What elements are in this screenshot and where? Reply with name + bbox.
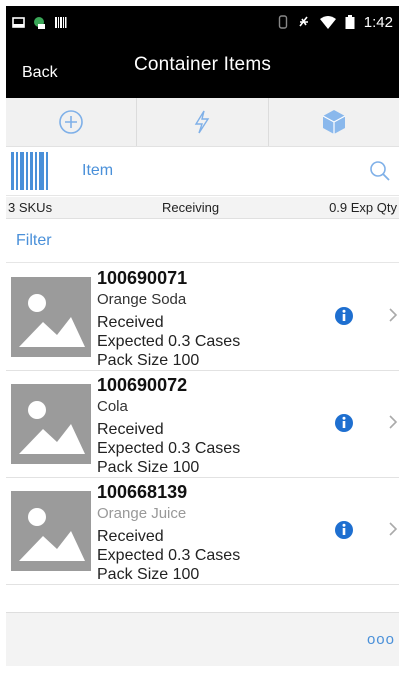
page-title: Container Items	[133, 54, 272, 75]
item-sku: 100690071	[97, 268, 188, 288]
filter-link[interactable]: Filter	[16, 232, 52, 250]
screenshot-icon	[12, 16, 25, 28]
more-options-button[interactable]: ooo	[367, 631, 395, 648]
item-expected: Expected 0.3 Cases	[97, 440, 241, 457]
quick-action-button[interactable]	[137, 98, 269, 146]
add-icon	[59, 110, 83, 134]
barcode-icon	[55, 16, 67, 28]
item-status: Received	[97, 528, 164, 545]
mute-icon	[299, 16, 308, 27]
item-expected: Expected 0.3 Cases	[97, 547, 241, 564]
status-bar: 1:42	[6, 6, 399, 38]
container-button[interactable]	[269, 98, 399, 146]
vibrate-icon	[278, 15, 287, 29]
action-toolbar	[6, 98, 399, 147]
chevron-right-icon[interactable]	[388, 414, 398, 430]
item-sku: 100690072	[97, 375, 188, 395]
item-list: 100690071 Orange Soda Received Expected …	[6, 264, 399, 585]
image-placeholder-icon	[11, 491, 91, 571]
item-description: Orange Soda	[97, 291, 187, 308]
list-item[interactable]: 100690071 Orange Soda Received Expected …	[6, 264, 399, 371]
search-icon[interactable]	[369, 160, 391, 182]
sku-count: 3 SKUs	[8, 200, 53, 215]
item-pack-size: Pack Size 100	[97, 566, 200, 583]
item-description: Cola	[97, 398, 128, 415]
lightning-icon	[195, 110, 210, 134]
item-status: Received	[97, 314, 164, 331]
filter-row[interactable]: Filter	[6, 219, 399, 263]
barcode-scan-icon[interactable]	[11, 152, 51, 190]
footer-bar: ooo	[6, 612, 399, 666]
image-placeholder-icon	[11, 384, 91, 464]
info-icon[interactable]	[334, 413, 354, 433]
header-bar: Back Container Items	[6, 38, 399, 98]
item-pack-size: Pack Size 100	[97, 459, 200, 476]
info-icon[interactable]	[334, 520, 354, 540]
battery-icon	[345, 15, 355, 29]
item-description: Orange Juice	[97, 505, 187, 522]
info-icon[interactable]	[334, 306, 354, 326]
item-input-label[interactable]: Item	[82, 162, 113, 180]
wifi-icon	[319, 15, 336, 29]
chevron-right-icon[interactable]	[388, 307, 398, 323]
list-item[interactable]: 100668139 Orange Juice Received Expected…	[6, 478, 399, 585]
add-button[interactable]	[6, 98, 138, 146]
item-sku: 100668139	[97, 482, 188, 502]
item-status: Received	[97, 421, 164, 438]
container-icon	[322, 110, 346, 134]
image-placeholder-icon	[11, 277, 91, 357]
container-status: Receiving	[162, 200, 220, 215]
list-item[interactable]: 100690072 Cola Received Expected 0.3 Cas…	[6, 371, 399, 478]
chevron-right-icon[interactable]	[388, 521, 398, 537]
summary-bar: 3 SKUs Receiving 0.9 Exp Qty	[6, 197, 399, 219]
item-expected: Expected 0.3 Cases	[97, 333, 241, 350]
clock: 1:42	[363, 13, 393, 31]
app-icon	[34, 16, 45, 29]
item-pack-size: Pack Size 100	[97, 352, 200, 369]
scan-row: Item	[6, 147, 399, 196]
expected-quantity: 0.9 Exp Qty	[329, 200, 397, 215]
